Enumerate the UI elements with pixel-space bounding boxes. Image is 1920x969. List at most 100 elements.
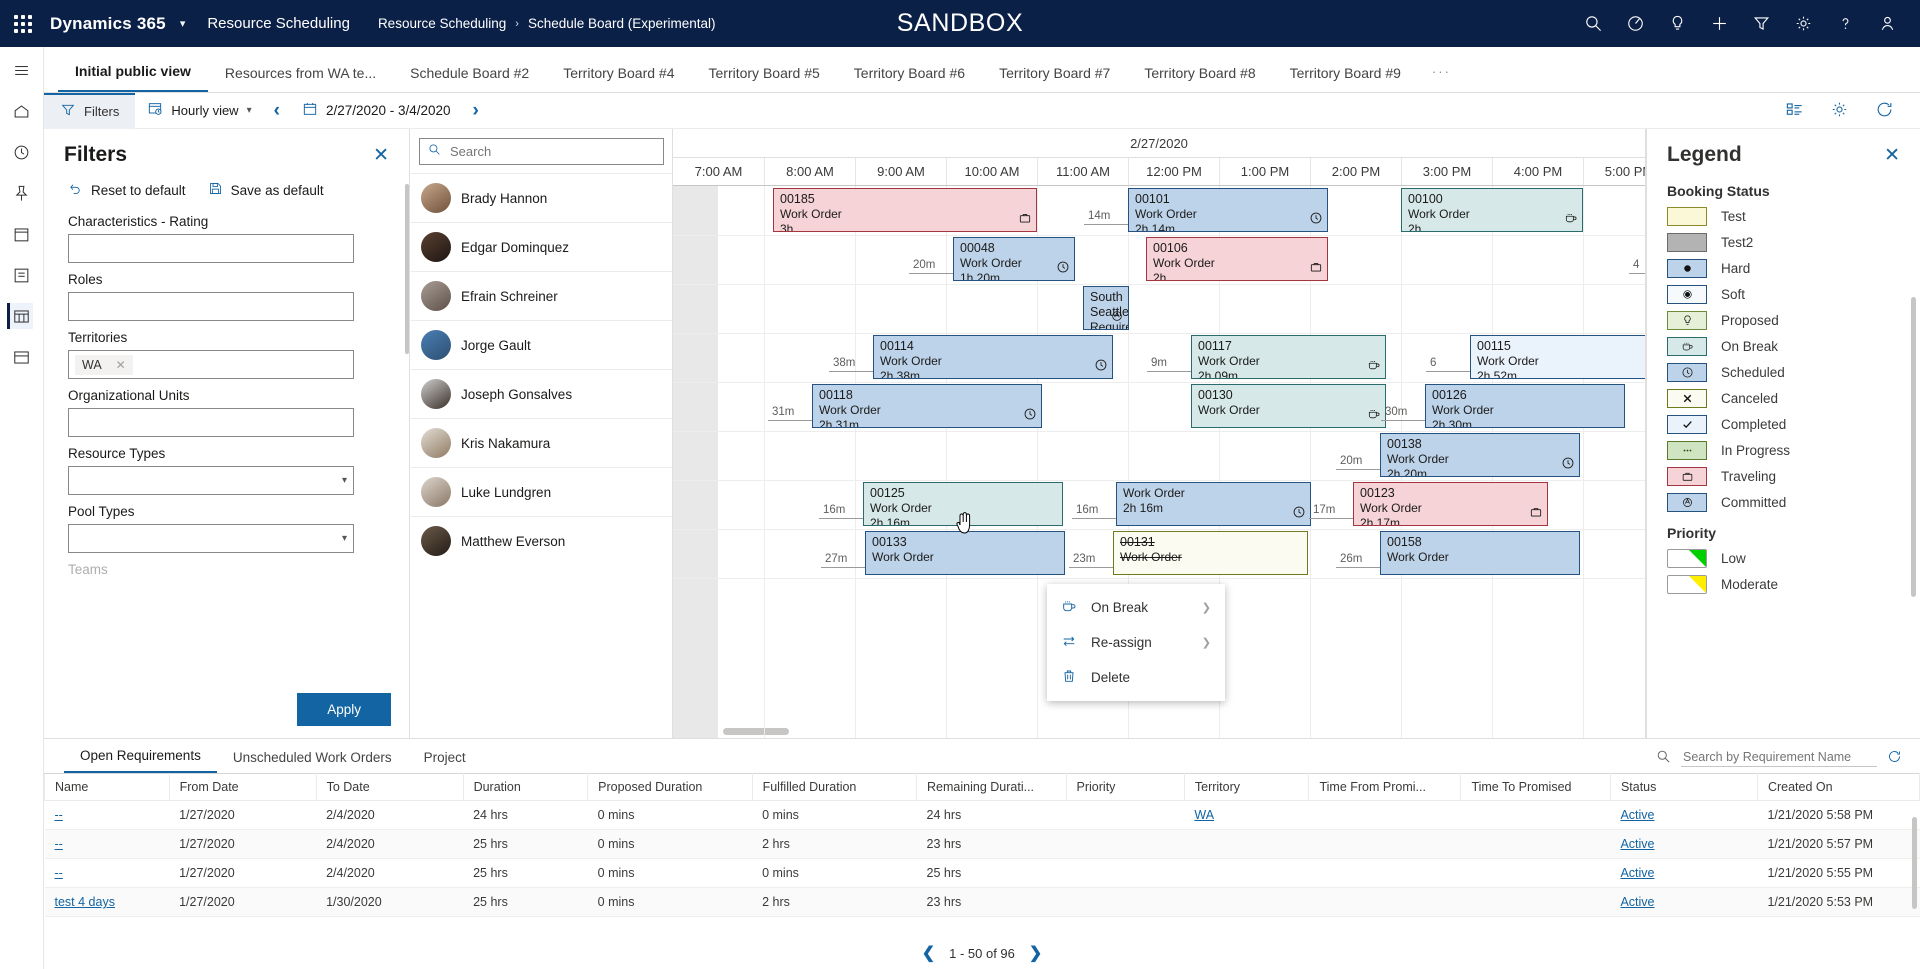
- table-scrollbar[interactable]: [1912, 817, 1917, 909]
- resource-row[interactable]: Brady Hannon: [411, 173, 672, 222]
- insights-icon[interactable]: [1666, 13, 1688, 35]
- legend-toggle-icon[interactable]: [1785, 100, 1804, 122]
- booking-card[interactable]: 00117 Work Order 2h 09m: [1191, 335, 1386, 379]
- resource-row[interactable]: Jorge Gault: [411, 320, 672, 369]
- booking-card[interactable]: 00138 Work Order 2h 20m: [1380, 433, 1580, 477]
- help-icon[interactable]: [1834, 13, 1856, 35]
- breadcrumb-root[interactable]: Resource Scheduling: [378, 16, 506, 31]
- booking-card[interactable]: 00048 Work Order 1h 20m: [953, 237, 1075, 281]
- cell-link[interactable]: test 4 days: [55, 895, 115, 909]
- tab-territory-board-9[interactable]: Territory Board #9: [1273, 65, 1418, 92]
- resource-search-box[interactable]: [419, 137, 664, 165]
- site-map-toggle[interactable]: [9, 57, 35, 83]
- previous-period-button[interactable]: ‹: [264, 100, 290, 122]
- sidebar-item-schedule-board[interactable]: [7, 303, 33, 329]
- column-header[interactable]: Name: [44, 773, 170, 801]
- table-row[interactable]: -- 1/27/2020 2/4/2020 25 hrs 0 mins 2 hrs 23 h…: [44, 829, 1920, 859]
- settings-icon[interactable]: [1792, 13, 1814, 35]
- column-header[interactable]: Time To Promised: [1460, 773, 1611, 801]
- booking-card[interactable]: 00123 Work Order 2h 17m: [1353, 482, 1548, 526]
- pool-types-select[interactable]: ▾: [68, 524, 354, 553]
- refresh-icon[interactable]: [1875, 100, 1894, 122]
- search-icon[interactable]: [1582, 13, 1604, 35]
- resource-row[interactable]: Joseph Gonsalves: [411, 369, 672, 418]
- cell-link[interactable]: --: [55, 808, 63, 822]
- territories-input[interactable]: WA ✕: [68, 350, 354, 379]
- cell-link[interactable]: Active: [1620, 866, 1654, 880]
- booking-card[interactable]: 00130 Work Order: [1191, 384, 1386, 428]
- booking-card[interactable]: 00115 Work Order 2h 52m: [1470, 335, 1645, 379]
- table-row[interactable]: -- 1/27/2020 2/4/2020 24 hrs 0 mins 0 mins 24 …: [44, 800, 1920, 830]
- chevron-down-icon[interactable]: ▾: [180, 17, 186, 30]
- cell-link[interactable]: Active: [1620, 837, 1654, 851]
- column-header[interactable]: Created On: [1756, 773, 1920, 801]
- tab-open-requirements[interactable]: Open Requirements: [64, 748, 217, 773]
- organizational-units-input[interactable]: [68, 408, 354, 437]
- tab-territory-board-5[interactable]: Territory Board #5: [692, 65, 837, 92]
- tab-overflow-button[interactable]: ···: [1418, 64, 1465, 92]
- cell-link[interactable]: --: [55, 837, 63, 851]
- column-header[interactable]: Fulfilled Duration: [751, 773, 918, 801]
- filters-toggle-button[interactable]: Filters: [44, 92, 136, 129]
- column-header[interactable]: Proposed Duration: [587, 773, 753, 801]
- cell-link[interactable]: --: [55, 866, 63, 880]
- apply-filters-button[interactable]: Apply: [297, 693, 391, 726]
- tab-unscheduled-work-orders[interactable]: Unscheduled Work Orders: [217, 750, 408, 773]
- scheduler-horizontal-scrollbar[interactable]: [723, 728, 789, 735]
- filter-icon[interactable]: [1750, 13, 1772, 35]
- column-header[interactable]: To Date: [315, 773, 464, 801]
- filters-scrollbar[interactable]: [405, 184, 409, 354]
- context-menu-item-delete[interactable]: Delete: [1047, 660, 1225, 695]
- requirement-search-input[interactable]: [1681, 748, 1877, 767]
- sidebar-item-recent[interactable]: [9, 139, 35, 165]
- resource-row[interactable]: Matthew Everson: [411, 516, 672, 565]
- user-icon[interactable]: [1876, 13, 1898, 35]
- reset-to-default-button[interactable]: Reset to default: [68, 181, 186, 199]
- booking-card[interactable]: 00101 Work Order 2h 14m: [1128, 188, 1328, 232]
- roles-input[interactable]: [68, 292, 354, 321]
- cell-link[interactable]: Active: [1620, 895, 1654, 909]
- tab-resources-from-wa[interactable]: Resources from WA te...: [208, 65, 393, 92]
- booking-card[interactable]: South SeattleRequirement30m: [1083, 286, 1129, 330]
- context-menu-item-on-break[interactable]: On Break ❯: [1047, 590, 1225, 625]
- column-header[interactable]: Remaining Durati...: [916, 773, 1067, 801]
- view-mode-selector[interactable]: Hourly view ▾: [135, 101, 263, 120]
- booking-card[interactable]: 00106 Work Order 2h: [1146, 237, 1328, 281]
- tab-schedule-board-2[interactable]: Schedule Board #2: [393, 65, 546, 92]
- resource-search-input[interactable]: [448, 142, 655, 160]
- save-as-default-button[interactable]: Save as default: [208, 181, 324, 199]
- column-header[interactable]: Status: [1609, 773, 1758, 801]
- close-icon[interactable]: ✕: [1884, 146, 1900, 165]
- characteristics-rating-input[interactable]: [68, 234, 354, 263]
- column-header[interactable]: From Date: [168, 773, 317, 801]
- tab-territory-board-6[interactable]: Territory Board #6: [837, 65, 982, 92]
- focus-assist-icon[interactable]: [1624, 13, 1646, 35]
- legend-scrollbar[interactable]: [1911, 297, 1916, 597]
- app-name[interactable]: Resource Scheduling: [207, 15, 350, 32]
- search-icon[interactable]: [1656, 749, 1671, 767]
- new-icon[interactable]: [1708, 13, 1730, 35]
- board-settings-icon[interactable]: [1830, 100, 1849, 122]
- tab-territory-board-8[interactable]: Territory Board #8: [1127, 65, 1272, 92]
- booking-card[interactable]: 00126 Work Order 2h 30m: [1425, 384, 1625, 428]
- app-launcher-button[interactable]: [0, 14, 46, 33]
- column-header[interactable]: Duration: [462, 773, 589, 801]
- territory-chip[interactable]: WA ✕: [75, 354, 133, 375]
- resource-row[interactable]: Efrain Schreiner: [411, 271, 672, 320]
- sidebar-item-schedule-assistant[interactable]: [9, 344, 35, 370]
- next-page-button[interactable]: ❯: [1029, 943, 1042, 963]
- booking-card[interactable]: 00114 Work Order 2h 38m: [873, 335, 1113, 379]
- sidebar-item-home[interactable]: [9, 98, 35, 124]
- remove-chip-icon[interactable]: ✕: [116, 358, 126, 372]
- tab-territory-board-4[interactable]: Territory Board #4: [546, 65, 691, 92]
- table-row[interactable]: -- 1/27/2020 2/4/2020 25 hrs 0 mins 0 mins 25 …: [44, 858, 1920, 888]
- column-header[interactable]: Territory: [1183, 773, 1310, 801]
- booking-context-menu[interactable]: On Break ❯ Re-assign ❯ Delete: [1047, 584, 1225, 701]
- booking-card[interactable]: 00100 Work Order 2h: [1401, 188, 1583, 232]
- cell-link[interactable]: WA: [1194, 808, 1214, 822]
- booking-card[interactable]: Work Order 2h 16m: [1116, 482, 1311, 526]
- column-header[interactable]: Priority: [1065, 773, 1185, 801]
- sidebar-item-bookings[interactable]: [9, 221, 35, 247]
- booking-card[interactable]: 00185 Work Order 3h: [773, 188, 1037, 232]
- resource-types-select[interactable]: ▾: [68, 466, 354, 495]
